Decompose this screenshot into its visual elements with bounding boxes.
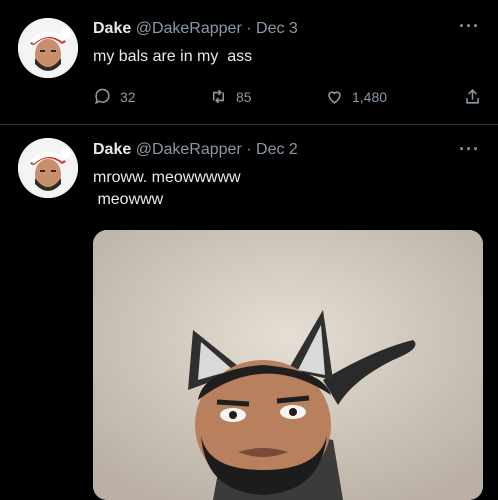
share-icon <box>466 89 479 104</box>
tweet-media[interactable] <box>93 230 483 500</box>
author-avatar[interactable] <box>18 138 78 198</box>
author-avatar[interactable] <box>18 18 78 78</box>
cat-ear-rapper-photo <box>93 230 483 500</box>
tweet-text: my bals are in my ass <box>93 48 253 65</box>
author-name[interactable]: Dake <box>93 141 131 158</box>
tweet[interactable]: Dake @DakeRapper · Dec 2 ··· mroww. meow… <box>0 125 498 500</box>
tweet-date[interactable]: Dec 3 <box>256 20 298 37</box>
reply-icon <box>94 88 110 105</box>
separator-dot: · <box>246 20 252 37</box>
avatar-image <box>18 138 78 198</box>
reply-button[interactable]: 32 <box>93 87 136 106</box>
tweet-header: Dake @DakeRapper · Dec 2 <box>93 141 298 159</box>
heart-icon <box>328 91 341 104</box>
like-button[interactable]: 1,480 <box>325 87 387 106</box>
more-dots-icon[interactable]: ··· <box>459 16 480 37</box>
tweet-actions: 32 85 1,480 <box>93 87 485 107</box>
separator-dot: · <box>246 141 252 158</box>
tweet[interactable]: Dake @DakeRapper · Dec 3 ··· my bals are… <box>0 0 498 125</box>
retweet-button[interactable]: 85 <box>209 87 252 106</box>
tweet-header: Dake @DakeRapper · Dec 3 <box>93 20 298 38</box>
tweet-text: mroww. meowwwww meowww <box>93 169 241 208</box>
share-button[interactable] <box>463 87 482 106</box>
retweet-icon <box>212 89 225 104</box>
author-handle[interactable]: @DakeRapper <box>136 20 242 37</box>
retweet-count: 85 <box>236 88 252 105</box>
like-count: 1,480 <box>352 88 388 105</box>
author-handle[interactable]: @DakeRapper <box>136 141 242 158</box>
avatar-image <box>18 18 78 78</box>
reply-count: 32 <box>120 88 136 105</box>
author-name[interactable]: Dake <box>93 20 131 37</box>
more-dots-icon[interactable]: ··· <box>459 139 480 160</box>
tweet-date[interactable]: Dec 2 <box>256 141 298 158</box>
